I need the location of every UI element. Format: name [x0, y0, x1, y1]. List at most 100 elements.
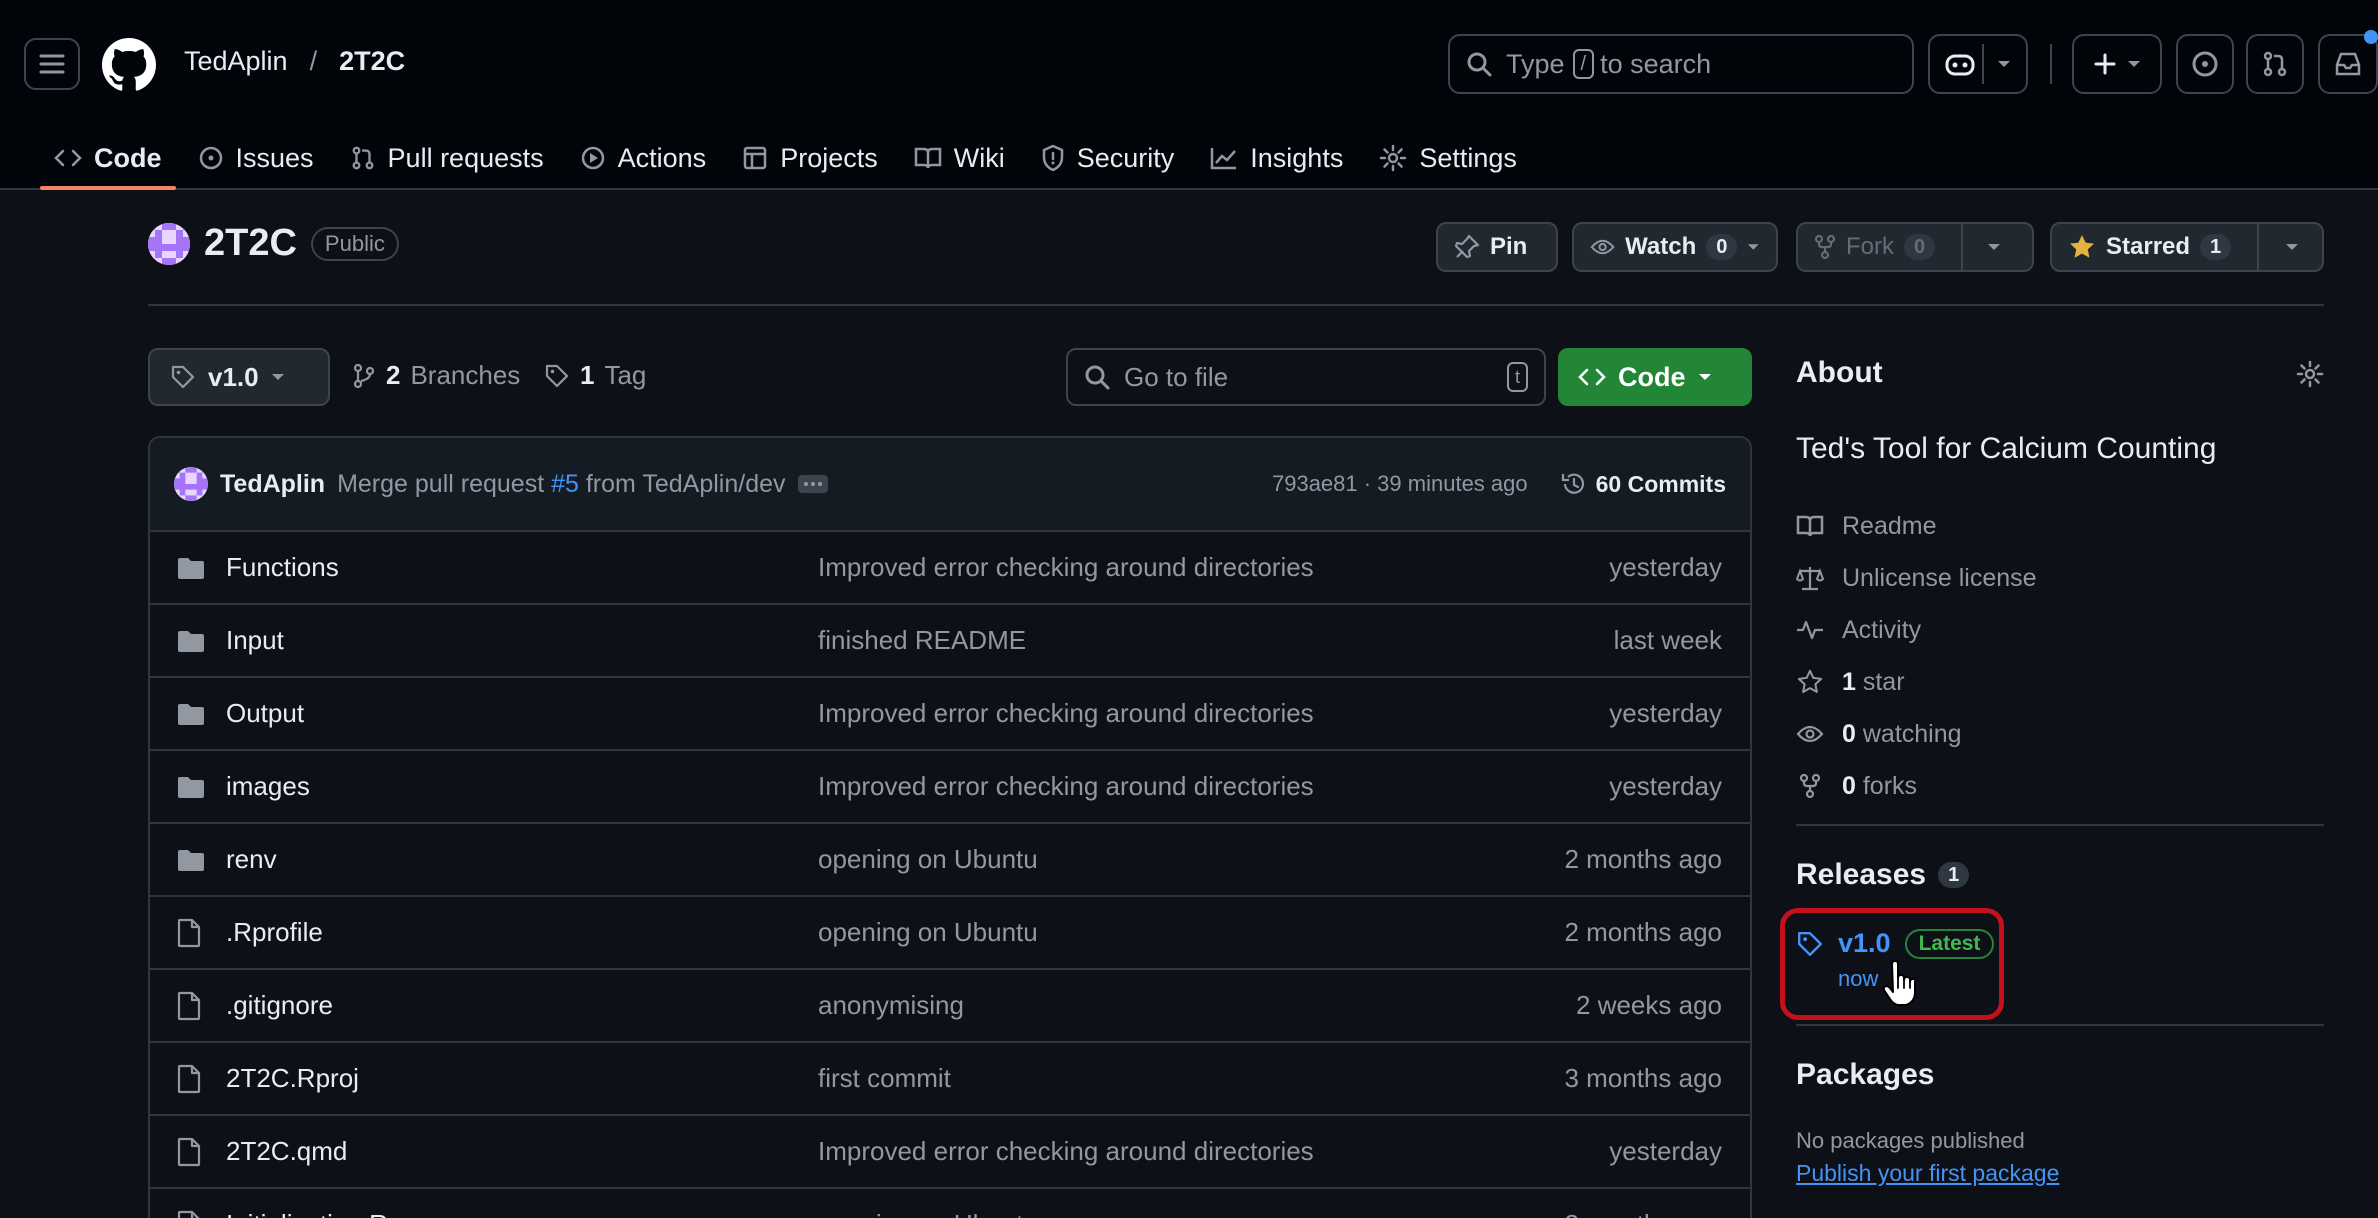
branches-link[interactable]: 2 Branches	[352, 360, 520, 391]
copilot-button[interactable]	[1928, 34, 2028, 94]
tags-label: Tag	[604, 360, 647, 390]
table-row[interactable]: images Improved error checking around dir…	[150, 751, 1750, 824]
issues-button[interactable]	[2176, 34, 2234, 94]
tab-wiki[interactable]: Wiki	[896, 128, 1023, 188]
file-commit-message[interactable]: opening on Ubuntu	[818, 1209, 1564, 1218]
table-row[interactable]: renv opening on Ubuntu 2 months ago	[150, 824, 1750, 897]
file-icon-wrap	[176, 1064, 206, 1094]
folder-icon-wrap	[176, 774, 206, 800]
identicon-icon	[148, 222, 190, 265]
file-icon-wrap	[176, 1137, 206, 1167]
file-commit-message[interactable]: Improved error checking around directori…	[818, 698, 1609, 729]
star-button[interactable]: Starred 1	[2050, 222, 2324, 272]
menu-button[interactable]	[24, 38, 80, 90]
tab-issues[interactable]: Issues	[180, 128, 332, 188]
file-icon-wrap	[176, 918, 206, 948]
forks-link[interactable]: 0 forks	[1796, 760, 2037, 812]
table-row[interactable]: Input finished README last week	[150, 605, 1750, 678]
pull-request-icon	[352, 146, 373, 170]
branches-label: Branches	[410, 360, 521, 390]
releases-heading[interactable]: Releases 1	[1796, 858, 1970, 892]
file-commit-message[interactable]: finished README	[818, 625, 1614, 656]
tab-pull-requests[interactable]: Pull requests	[332, 128, 562, 188]
tab-actions-label: Actions	[617, 142, 707, 173]
chevron-down-icon[interactable]	[2285, 243, 2299, 251]
repo-name[interactable]: 2T2C	[204, 222, 297, 265]
tab-actions[interactable]: Actions	[562, 128, 725, 188]
commits-link[interactable]: 60 Commits	[1560, 470, 1726, 498]
commit-message[interactable]: Merge pull request #5 from TedAplin/dev	[337, 470, 785, 499]
file-name[interactable]: Input	[226, 625, 818, 656]
chevron-down-icon[interactable]	[1987, 243, 2001, 251]
file-name[interactable]: .gitignore	[226, 990, 818, 1021]
watching-count: 0	[1842, 719, 1856, 748]
release-item[interactable]: v1.0 Latest	[1796, 928, 1995, 959]
branch-select-button[interactable]: v1.0	[148, 348, 330, 406]
packages-heading[interactable]: Packages	[1796, 1058, 1934, 1092]
file-commit-date: 2 months ago	[1564, 1209, 1722, 1218]
pr-link[interactable]: #5	[551, 470, 579, 498]
table-row[interactable]: 2T2C.qmd Improved error checking around d…	[150, 1116, 1750, 1189]
go-to-file-input[interactable]: Go to file t	[1066, 348, 1546, 406]
file-name[interactable]: renv	[226, 844, 818, 875]
file-name[interactable]: 2T2C.Rproj	[226, 1063, 818, 1094]
inbox-button[interactable]	[2318, 30, 2378, 94]
table-row[interactable]: .gitignore anonymising 2 weeks ago	[150, 970, 1750, 1043]
avatar[interactable]	[174, 467, 208, 501]
file-commit-message[interactable]: opening on Ubuntu	[818, 844, 1564, 875]
readme-link[interactable]: Readme	[1796, 500, 2037, 552]
table-row[interactable]: .Rprofile opening on Ubuntu 2 months ago	[150, 897, 1750, 970]
fork-button[interactable]: Fork 0	[1796, 222, 2034, 272]
file-commit-message[interactable]: Improved error checking around directori…	[818, 552, 1609, 583]
pull-requests-button[interactable]	[2246, 34, 2304, 94]
file-commit-message[interactable]: Improved error checking around directori…	[818, 1136, 1609, 1167]
create-new-button[interactable]	[2072, 34, 2162, 94]
commit-author[interactable]: TedAplin	[220, 470, 325, 499]
code-dropdown-button[interactable]: Code	[1558, 348, 1752, 406]
code-button-label: Code	[1618, 361, 1686, 392]
file-commit-date: yesterday	[1609, 698, 1722, 728]
header-row: TedAplin / 2T2C Type / to search	[0, 0, 2378, 128]
file-icon-wrap	[176, 1210, 206, 1218]
file-name[interactable]: images	[226, 771, 818, 802]
watching-link[interactable]: 0 watching	[1796, 708, 2037, 760]
expand-commit-button[interactable]	[797, 475, 828, 493]
breadcrumb-owner[interactable]: TedAplin	[184, 46, 288, 77]
github-logo-icon[interactable]	[102, 38, 156, 92]
file-name[interactable]: 2T2C.qmd	[226, 1136, 818, 1167]
stars-link[interactable]: 1 star	[1796, 656, 2037, 708]
license-link[interactable]: Unlicense license	[1796, 552, 2037, 604]
file-name[interactable]: .Rprofile	[226, 917, 818, 948]
file-name[interactable]: Output	[226, 698, 818, 729]
file-icon	[177, 1210, 200, 1218]
file-commit-message[interactable]: anonymising	[818, 990, 1576, 1021]
tags-link[interactable]: 1 Tag	[544, 360, 646, 391]
folder-icon	[178, 630, 204, 652]
tab-insights[interactable]: Insights	[1192, 128, 1361, 188]
commit-sha-time[interactable]: 793ae81 · 39 minutes ago	[1272, 471, 1528, 497]
tab-insights-label: Insights	[1250, 142, 1344, 173]
tab-settings[interactable]: Settings	[1361, 128, 1535, 188]
go-to-file-shortcut: t	[1506, 362, 1528, 392]
search-input[interactable]: Type / to search	[1448, 34, 1914, 94]
tab-code[interactable]: Code	[36, 128, 180, 190]
file-name[interactable]: Functions	[226, 552, 818, 583]
breadcrumb-repo[interactable]: 2T2C	[339, 46, 405, 77]
release-version[interactable]: v1.0	[1838, 928, 1891, 959]
pin-button[interactable]: Pin	[1436, 222, 1558, 272]
watch-button[interactable]: Watch 0	[1572, 222, 1778, 272]
file-commit-message[interactable]: Improved error checking around directori…	[818, 771, 1609, 802]
activity-link[interactable]: Activity	[1796, 604, 2037, 656]
file-name[interactable]: Initialisation.R	[226, 1209, 818, 1218]
publish-package-link[interactable]: Publish your first package	[1796, 1160, 2059, 1187]
tab-projects[interactable]: Projects	[724, 128, 896, 188]
table-row[interactable]: Initialisation.Ropening on Ubuntu2 month…	[150, 1189, 1750, 1218]
tab-security[interactable]: Security	[1023, 128, 1193, 188]
gear-icon[interactable]	[2296, 360, 2324, 388]
file-commit-message[interactable]: opening on Ubuntu	[818, 917, 1564, 948]
file-commit-message[interactable]: first commit	[818, 1063, 1564, 1094]
table-row[interactable]: 2T2C.Rproj first commit 3 months ago	[150, 1043, 1750, 1116]
table-row[interactable]: Output Improved error checking around dir…	[150, 678, 1750, 751]
table-row[interactable]: Functions Improved error checking around …	[150, 532, 1750, 605]
pulse-icon	[1797, 620, 1823, 640]
